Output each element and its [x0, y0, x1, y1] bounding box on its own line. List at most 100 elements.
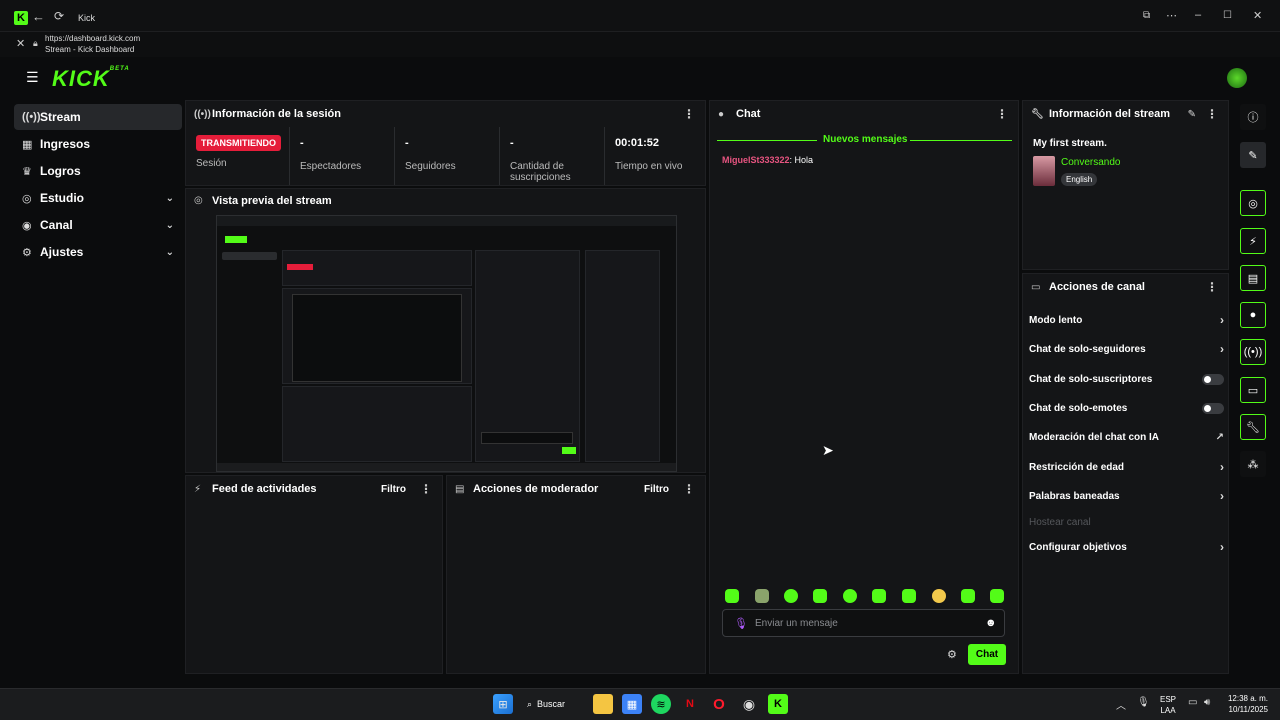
- action-slow-mode[interactable]: Modo lento ›: [1029, 310, 1224, 330]
- kebab-menu-icon[interactable]: ⋮: [420, 482, 432, 496]
- chevron-up-icon[interactable]: ︿: [1116, 697, 1126, 712]
- status-badge: TRANSMITIENDO: [196, 135, 281, 151]
- sidebar-item-ingresos[interactable]: ▦ Ingresos: [14, 131, 182, 157]
- edit-icon[interactable]: ✎: [1188, 109, 1196, 120]
- close-icon[interactable]: ✕: [16, 37, 25, 50]
- refresh-icon[interactable]: ⟳: [54, 9, 64, 23]
- sidebar-item-ajustes[interactable]: ⚙ Ajustes ⌄: [14, 239, 182, 265]
- preview-panel: ◎ Vista previa del stream: [185, 188, 706, 473]
- emote-icon[interactable]: [872, 589, 886, 603]
- action-followers-only[interactable]: Chat de solo-seguidores ›: [1029, 339, 1224, 359]
- back-icon[interactable]: ←: [32, 9, 45, 24]
- stream-preview-video[interactable]: [216, 215, 677, 472]
- share-icon[interactable]: ⁂: [1240, 451, 1266, 477]
- avatar[interactable]: [1227, 68, 1247, 88]
- broadcast-icon: ((•)): [194, 108, 211, 120]
- emote-icon[interactable]: [843, 589, 857, 603]
- channel-icon: ▭: [1031, 281, 1041, 293]
- kick-logo[interactable]: KICKBETA: [52, 66, 130, 92]
- action-configure-goals[interactable]: Configurar objetivos ›: [1029, 537, 1224, 557]
- close-window-icon[interactable]: ✕: [1253, 9, 1262, 22]
- action-subscribers-only: Chat de solo-suscriptores: [1029, 369, 1224, 389]
- chevron-right-icon: ›: [1220, 460, 1224, 474]
- kebab-menu-icon[interactable]: ⋮: [1206, 280, 1218, 294]
- new-messages-divider: Nuevos mensajes: [823, 134, 908, 145]
- spotify-icon[interactable]: ≋: [651, 694, 671, 714]
- document-icon[interactable]: ▤: [1240, 265, 1266, 291]
- opera-icon[interactable]: O: [709, 694, 729, 714]
- panel-header: ● Chat ⋮: [718, 107, 1008, 121]
- emote-icon[interactable]: [784, 589, 798, 603]
- lightning-icon: ⚡︎: [194, 483, 202, 495]
- kebab-menu-icon[interactable]: ⋮: [996, 107, 1008, 121]
- emote-icon[interactable]: [990, 589, 1004, 603]
- edit-mode-icon[interactable]: ✎: [1240, 142, 1266, 168]
- hamburger-menu-icon[interactable]: ☰: [26, 69, 39, 86]
- obs-icon[interactable]: ◉: [739, 694, 759, 714]
- filter-button[interactable]: Filtro: [381, 484, 406, 495]
- sidebar-item-canal[interactable]: ◉ Canal ⌄: [14, 212, 182, 238]
- session-status: TRANSMITIENDO Sesión: [186, 127, 290, 185]
- info-icon[interactable]: ⓘ: [1240, 104, 1266, 130]
- clock[interactable]: 12:38 a. m. 10/11/2025: [1222, 693, 1268, 715]
- emote-icon[interactable]: [813, 589, 827, 603]
- chevron-right-icon: ›: [1220, 540, 1224, 554]
- network-icon[interactable]: ▭: [1188, 697, 1197, 708]
- sidebar-item-logros[interactable]: ♛ Logros: [14, 158, 182, 184]
- panel-header: ▭ Acciones de canal ⋮: [1031, 280, 1218, 294]
- minimize-icon[interactable]: –: [1195, 9, 1201, 21]
- emote-icon[interactable]: [932, 589, 946, 603]
- filter-button[interactable]: Filtro: [644, 484, 669, 495]
- chat-settings-icon[interactable]: ⚙: [947, 648, 957, 661]
- kebab-menu-icon[interactable]: ⋮: [683, 107, 695, 121]
- money-icon: ▦: [22, 138, 33, 151]
- more-icon[interactable]: ⋯: [1166, 9, 1177, 22]
- emote-icon[interactable]: [961, 589, 975, 603]
- toggle-switch[interactable]: [1202, 373, 1224, 385]
- kick-app-icon[interactable]: K: [768, 694, 788, 714]
- channel-icon: ◉: [22, 219, 32, 232]
- broadcast-icon[interactable]: ((•)): [1240, 339, 1266, 365]
- chat-message: MiguelSt333322: Hola: [722, 155, 814, 165]
- action-banned-words[interactable]: Palabras baneadas ›: [1029, 486, 1224, 506]
- action-age-restriction[interactable]: Restricción de edad ›: [1029, 457, 1224, 477]
- emote-icon[interactable]: [755, 589, 769, 603]
- store-icon[interactable]: ▦: [622, 694, 642, 714]
- action-ai-moderation[interactable]: Moderación del chat con IA ↗: [1029, 427, 1224, 447]
- wrench-icon[interactable]: 🔧︎: [1240, 414, 1266, 440]
- kebab-menu-icon[interactable]: ⋮: [683, 482, 695, 496]
- file-explorer-icon[interactable]: [593, 694, 613, 714]
- send-chat-button[interactable]: Chat: [968, 644, 1006, 665]
- chat-input[interactable]: 🎙︎ Enviar un mensaje ☻: [722, 609, 1005, 637]
- panel-header: ◎ Vista previa del stream: [194, 194, 332, 207]
- category-link[interactable]: Conversando: [1061, 157, 1120, 168]
- microphone-icon[interactable]: 🎙︎: [1137, 697, 1150, 708]
- app-switch-icon[interactable]: ⧉: [1143, 10, 1150, 21]
- lightning-icon[interactable]: ⚡︎: [1240, 228, 1266, 254]
- camera-icon[interactable]: ◎: [1240, 190, 1266, 216]
- toggle-switch[interactable]: [1202, 402, 1224, 414]
- volume-icon[interactable]: 🔊︎: [1204, 697, 1210, 708]
- windows-start-icon[interactable]: ⊞: [493, 694, 513, 714]
- chevron-down-icon: ⌄: [165, 192, 174, 204]
- url-text[interactable]: https://dashboard.kick.com: [45, 34, 140, 43]
- emoji-icon[interactable]: ☻: [985, 617, 997, 629]
- maximize-icon[interactable]: ☐: [1223, 10, 1232, 21]
- page-title: Stream - Kick Dashboard: [45, 45, 135, 54]
- emote-icon[interactable]: [902, 589, 916, 603]
- microphone-icon[interactable]: 🎙︎: [734, 617, 748, 630]
- chat-bubble-icon[interactable]: ●: [1240, 302, 1266, 328]
- language-indicator[interactable]: ESP LAA: [1160, 694, 1176, 716]
- category-thumbnail[interactable]: [1033, 156, 1055, 186]
- netflix-icon[interactable]: N: [680, 694, 700, 714]
- sidebar-item-estudio[interactable]: ◎ Estudio ⌄: [14, 185, 182, 211]
- chat-username[interactable]: MiguelSt333322: [722, 155, 790, 165]
- taskbar-search[interactable]: ⌕ Buscar: [527, 695, 577, 713]
- emote-icon[interactable]: [725, 589, 739, 603]
- chat-input-placeholder: Enviar un mensaje: [755, 618, 838, 629]
- action-host-channel: Hostear canal: [1029, 516, 1091, 528]
- sidebar-item-stream[interactable]: ((•)) Stream: [14, 104, 182, 130]
- layout-icon[interactable]: ▭: [1240, 377, 1266, 403]
- tab-title: Kick: [78, 13, 96, 23]
- kebab-menu-icon[interactable]: ⋮: [1206, 107, 1218, 121]
